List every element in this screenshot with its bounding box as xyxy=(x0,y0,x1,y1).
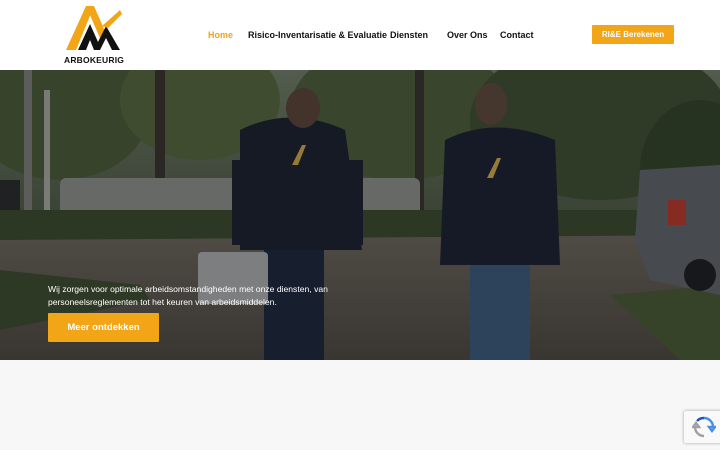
recaptcha-badge[interactable] xyxy=(684,411,720,443)
nav-home[interactable]: Home xyxy=(208,30,233,40)
hero-description: Wij zorgen voor optimale arbeidsomstandi… xyxy=(48,284,328,307)
nav-rie[interactable]: Risico-Inventarisatie & Evaluatie xyxy=(248,30,387,40)
nav-diensten[interactable]: Diensten xyxy=(390,30,433,40)
arbokeurig-logo[interactable]: ARBOKEURIG xyxy=(64,4,125,66)
hero-section: Wij zorgen voor optimale arbeidsomstandi… xyxy=(0,70,720,360)
logo-text: ARBOKEURIG xyxy=(64,55,125,65)
rie-berekenen-button[interactable]: RI&E Berekenen xyxy=(592,25,674,44)
logo-mark-icon xyxy=(66,6,122,50)
nav-over-ons[interactable]: Over Ons xyxy=(447,30,488,40)
site-header: ARBOKEURIG Home Risico-Inventarisatie & … xyxy=(0,0,720,70)
content-section xyxy=(0,360,720,450)
recaptcha-icon xyxy=(692,416,716,438)
nav-contact[interactable]: Contact xyxy=(500,30,534,40)
nav-diensten-label: Diensten xyxy=(390,30,429,40)
meer-ontdekken-button[interactable]: Meer ontdekken xyxy=(48,313,159,342)
